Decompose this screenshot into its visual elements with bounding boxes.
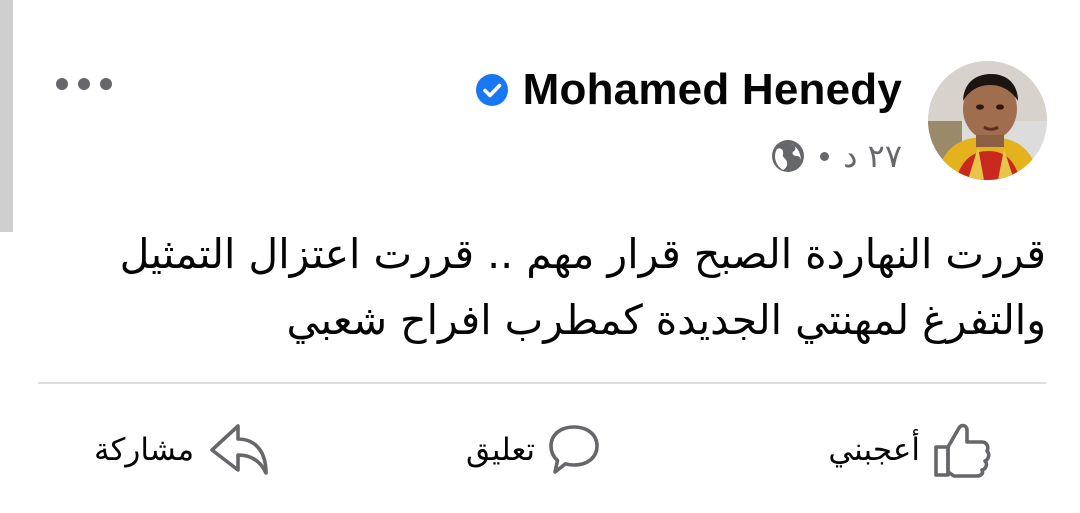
scrollbar[interactable] — [0, 0, 13, 232]
post-timestamp[interactable]: ٢٧ د — [843, 137, 902, 175]
share-arrow-icon — [210, 424, 268, 475]
comment-bubble-icon — [549, 425, 599, 474]
comment-label: تعليق — [466, 432, 536, 468]
more-horizontal-icon — [56, 78, 68, 90]
author-name[interactable]: Mohamed Henedy — [523, 65, 902, 115]
avatar[interactable] — [928, 61, 1047, 180]
profile-photo — [928, 61, 1047, 180]
like-label: أعجبني — [828, 432, 920, 468]
more-options-button[interactable] — [56, 70, 112, 98]
share-button[interactable]: مشاركة — [94, 415, 272, 485]
globe-icon[interactable] — [770, 138, 806, 174]
post-card: Mohamed Henedy ٢٧ د قررت النهاردة الصبح … — [0, 0, 1080, 513]
verified-badge-icon — [475, 73, 509, 107]
divider — [38, 382, 1046, 384]
comment-button[interactable]: تعليق — [466, 415, 601, 485]
post-body: قررت النهاردة الصبح قرار مهم .. قررت اعت… — [119, 230, 1046, 344]
share-label: مشاركة — [94, 432, 195, 468]
author-header: Mohamed Henedy — [475, 62, 902, 118]
separator-dot — [820, 151, 830, 161]
thumbs-up-icon — [934, 423, 991, 478]
like-button[interactable]: أعجبني — [828, 415, 992, 485]
post-meta: ٢٧ د — [770, 134, 902, 178]
